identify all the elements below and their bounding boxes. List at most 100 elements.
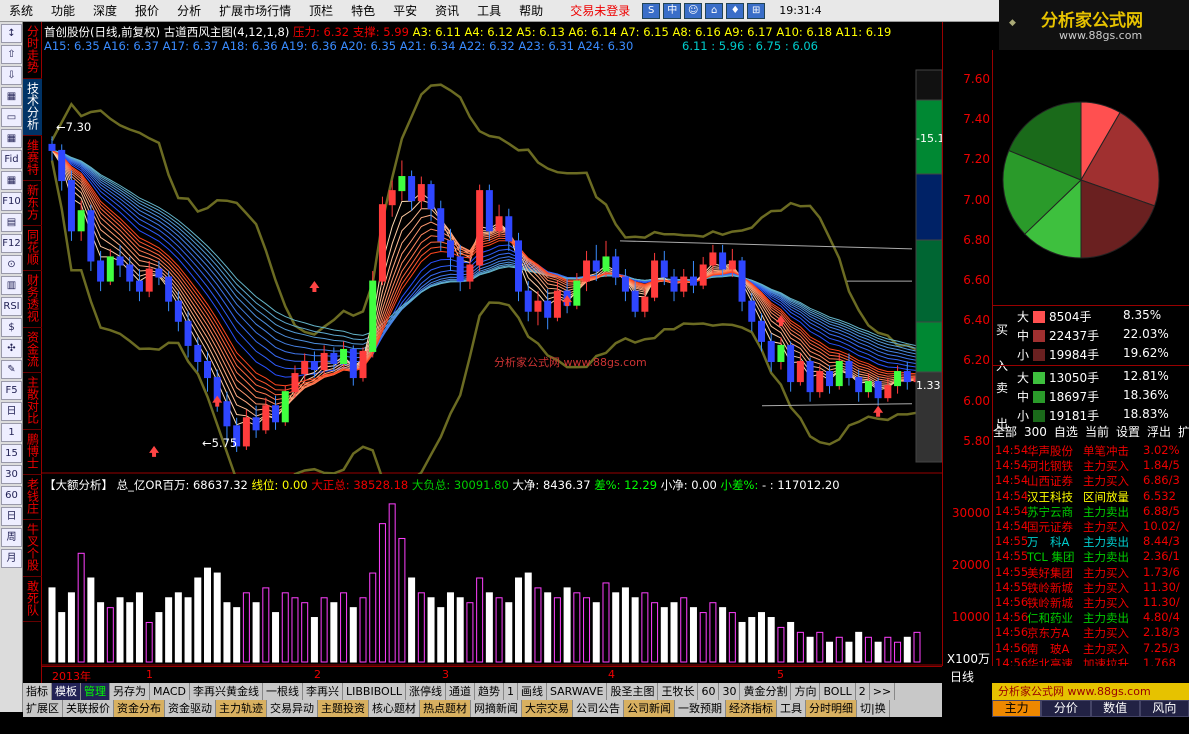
left-tool-9[interactable]: ▤ xyxy=(1,213,22,232)
sys-icon-3[interactable]: ⌂ xyxy=(705,2,724,19)
left-tool-22[interactable]: 60 xyxy=(1,486,22,505)
extension-tab-2[interactable]: 资金分布 xyxy=(114,700,165,717)
left-nav-item-9[interactable]: 老钱庄 xyxy=(23,475,42,520)
extension-tab-1[interactable]: 关联报价 xyxy=(63,700,114,717)
right-tab-1[interactable]: 300 xyxy=(1024,425,1047,439)
sys-icon-5[interactable]: ⊞ xyxy=(747,2,766,19)
volume-bar[interactable] xyxy=(573,592,581,663)
left-nav-item-6[interactable]: 资金流 xyxy=(23,328,42,373)
menu-item-7[interactable]: 特色 xyxy=(342,0,384,22)
volume-bar[interactable] xyxy=(864,636,872,663)
ticker-row-11[interactable]: 14:56 仁和药业 主力卖出 4.80/4 xyxy=(993,610,1189,625)
candle[interactable] xyxy=(505,208,513,251)
volume-bar[interactable] xyxy=(301,602,309,663)
volume-bar[interactable] xyxy=(660,607,668,663)
extension-tab-15[interactable]: 工具 xyxy=(777,700,806,717)
volume-bar[interactable] xyxy=(903,636,911,663)
volume-bar[interactable] xyxy=(709,602,717,663)
volume-bar[interactable] xyxy=(485,592,493,663)
volume-bar[interactable] xyxy=(738,621,746,663)
left-nav-item-5[interactable]: 财务透视 xyxy=(23,271,42,328)
left-tool-24[interactable]: 周 xyxy=(1,528,22,547)
volume-bar[interactable] xyxy=(835,636,843,663)
candle[interactable] xyxy=(427,180,435,221)
left-nav-item-3[interactable]: 新东方 xyxy=(23,181,42,226)
volume-bar[interactable] xyxy=(456,597,464,663)
menu-item-9[interactable]: 资讯 xyxy=(426,0,468,22)
right-tab-3[interactable]: 当前 xyxy=(1085,425,1109,439)
volume-bar[interactable] xyxy=(641,592,649,663)
volume-bar[interactable] xyxy=(446,592,454,663)
candle[interactable] xyxy=(281,385,289,426)
volume-bar[interactable] xyxy=(826,641,834,663)
indicator-tab-8[interactable]: LIBBIBOLL xyxy=(343,683,406,700)
left-nav-item-11[interactable]: 敢死队 xyxy=(23,577,42,622)
volume-bar[interactable] xyxy=(213,572,221,663)
candle[interactable] xyxy=(874,377,882,406)
main-chart[interactable]: 首创股份(日线,前复权) 古道西风主图(4,12,1,8) 压力: 6.32 支… xyxy=(42,22,944,507)
volume-bar[interactable] xyxy=(466,602,474,663)
volume-bar[interactable] xyxy=(369,572,377,663)
left-tool-7[interactable]: ▦ xyxy=(1,171,22,190)
volume-bar[interactable] xyxy=(194,577,202,663)
ticker-row-7[interactable]: 14:55 TCL 集团 主力卖出 2.36/1 xyxy=(993,549,1189,564)
indicator-tab-18[interactable]: 30 xyxy=(719,683,741,700)
indicator-tab-1[interactable]: 模板 xyxy=(52,683,81,700)
volume-bar[interactable] xyxy=(223,602,231,663)
candle[interactable] xyxy=(699,256,707,290)
volume-bar[interactable] xyxy=(437,607,445,663)
indicator-tab-0[interactable]: 指标 xyxy=(23,683,52,700)
volume-bar[interactable] xyxy=(719,607,727,663)
candle[interactable] xyxy=(544,289,552,330)
candle[interactable] xyxy=(165,271,173,312)
volume-bar[interactable] xyxy=(233,607,241,663)
volume-bar[interactable] xyxy=(631,597,639,663)
volume-bar[interactable] xyxy=(310,617,318,663)
volume-bar[interactable] xyxy=(553,597,561,663)
indicator-tab-2[interactable]: 管理 xyxy=(81,683,110,700)
volume-bar[interactable] xyxy=(58,612,66,663)
extension-tab-0[interactable]: 扩展区 xyxy=(23,700,63,717)
candle[interactable] xyxy=(612,248,620,286)
volume-bar[interactable] xyxy=(165,597,173,663)
volume-bar[interactable] xyxy=(281,592,289,663)
left-tool-0[interactable]: ↕ xyxy=(1,24,22,43)
candle[interactable] xyxy=(816,365,824,398)
left-tool-13[interactable]: RSI xyxy=(1,297,22,316)
extension-tab-8[interactable]: 热点题材 xyxy=(420,700,471,717)
left-tool-8[interactable]: F10 xyxy=(1,192,22,211)
volume-bar[interactable] xyxy=(524,572,532,663)
login-status[interactable]: 交易未登录 xyxy=(570,2,630,19)
volume-bar[interactable] xyxy=(398,537,406,663)
right-bottom-tab-0[interactable]: 主力 xyxy=(992,700,1042,717)
volume-bar[interactable] xyxy=(106,607,114,663)
left-tool-12[interactable]: ▥ xyxy=(1,276,22,295)
candle[interactable] xyxy=(476,184,484,272)
candle[interactable] xyxy=(184,311,192,358)
right-bottom-tab-1[interactable]: 分价 xyxy=(1041,700,1091,717)
volume-bar[interactable] xyxy=(583,597,591,663)
volume-bar[interactable] xyxy=(145,621,153,663)
menu-item-0[interactable]: 系统 xyxy=(0,0,42,22)
left-tool-5[interactable]: ▦ xyxy=(1,129,22,148)
left-nav-item-1[interactable]: 技术分析 xyxy=(23,79,42,136)
volume-bar[interactable] xyxy=(349,607,357,663)
right-tab-6[interactable]: 扩 xyxy=(1178,425,1189,439)
volume-bar[interactable] xyxy=(330,602,338,663)
candle[interactable] xyxy=(748,293,756,332)
ticker-row-1[interactable]: 14:54 河北钢铁 主力买入 1.84/5 xyxy=(993,458,1189,473)
menu-item-1[interactable]: 功能 xyxy=(42,0,84,22)
left-tool-2[interactable]: ⇩ xyxy=(1,66,22,85)
indicator-tab-11[interactable]: 趋势 xyxy=(475,683,504,700)
volume-bar[interactable] xyxy=(845,641,853,663)
volume-bar[interactable] xyxy=(97,602,105,663)
volume-bar[interactable] xyxy=(728,612,736,663)
volume-bar[interactable] xyxy=(77,552,85,663)
volume-bar[interactable] xyxy=(621,587,629,663)
volume-bar[interactable] xyxy=(874,641,882,663)
indicator-tab-13[interactable]: 画线 xyxy=(518,683,547,700)
sys-icon-2[interactable]: ☺ xyxy=(684,2,703,19)
sys-icon-4[interactable]: ♦ xyxy=(726,2,745,19)
candle[interactable] xyxy=(48,136,56,161)
sys-icon-1[interactable]: 中 xyxy=(663,2,682,19)
